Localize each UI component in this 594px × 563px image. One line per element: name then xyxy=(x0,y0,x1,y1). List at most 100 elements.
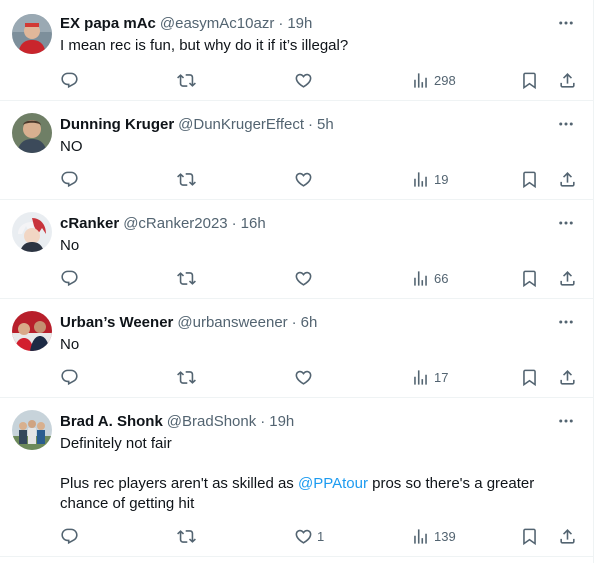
views-chart-icon xyxy=(414,270,427,286)
tweet-actions: 298 xyxy=(60,69,577,91)
like-button[interactable] xyxy=(294,366,313,388)
share-button[interactable] xyxy=(558,267,577,289)
reply-button[interactable] xyxy=(60,366,79,388)
reply-button[interactable] xyxy=(60,168,79,190)
view-count: 298 xyxy=(434,72,456,88)
bookmark-icon xyxy=(523,528,536,545)
heart-icon xyxy=(295,271,312,286)
tweet-header: EX papa mAc @easymAc10azr · 19h xyxy=(60,10,577,36)
more-icon xyxy=(559,419,573,423)
timestamp[interactable]: 19h xyxy=(287,15,312,32)
more-options-button[interactable] xyxy=(555,113,577,135)
tweet-actions: 17 xyxy=(60,366,577,388)
display-name[interactable]: cRanker xyxy=(60,215,119,232)
more-icon xyxy=(559,221,573,225)
more-options-button[interactable] xyxy=(555,212,577,234)
tweet-header: Brad A. Shonk @BradShonk · 19h xyxy=(60,408,577,434)
reply-icon xyxy=(61,171,78,187)
bookmark-button[interactable] xyxy=(520,366,539,388)
avatar[interactable] xyxy=(12,410,52,450)
timestamp[interactable]: 19h xyxy=(269,413,294,430)
timestamp[interactable]: 5h xyxy=(317,116,334,133)
bookmark-icon xyxy=(523,72,536,89)
more-icon xyxy=(559,21,573,25)
views-button[interactable]: 66 xyxy=(411,267,448,289)
bookmark-button[interactable] xyxy=(520,168,539,190)
view-count: 17 xyxy=(434,369,449,385)
tweet-text-segment: Plus rec players aren't as skilled as xyxy=(60,475,298,492)
view-count: 19 xyxy=(434,171,449,187)
heart-icon xyxy=(295,172,312,187)
share-button[interactable] xyxy=(558,69,577,91)
reply-icon xyxy=(61,528,78,544)
display-name[interactable]: Dunning Kruger xyxy=(60,116,174,133)
bookmark-icon xyxy=(523,270,536,287)
bookmark-button[interactable] xyxy=(520,69,539,91)
like-button[interactable] xyxy=(294,168,313,190)
avatar[interactable] xyxy=(12,113,52,153)
avatar[interactable] xyxy=(12,311,52,351)
separator-dot: · xyxy=(291,313,297,331)
views-button[interactable]: 19 xyxy=(411,168,448,190)
more-options-button[interactable] xyxy=(555,12,577,34)
tweet-text: No xyxy=(60,236,577,256)
timestamp[interactable]: 6h xyxy=(301,314,318,331)
bookmark-button[interactable] xyxy=(520,525,539,547)
share-button[interactable] xyxy=(558,525,577,547)
avatar-anime-character-icon xyxy=(12,212,52,252)
retweet-button[interactable] xyxy=(177,69,196,91)
reply-button[interactable] xyxy=(60,267,79,289)
user-handle[interactable]: @BradShonk xyxy=(167,413,256,430)
views-button[interactable]: 139 xyxy=(411,525,456,547)
user-handle[interactable]: @easymAc10azr xyxy=(160,15,274,32)
more-options-button[interactable] xyxy=(555,410,577,432)
views-chart-icon xyxy=(414,72,427,88)
separator-dot: · xyxy=(278,14,284,32)
retweet-button[interactable] xyxy=(177,168,196,190)
mention-link[interactable]: @PPAtour xyxy=(298,475,368,492)
display-name[interactable]: Urban’s Weener xyxy=(60,314,173,331)
tweet-text-line: I mean rec is fun, but why do it if it’s… xyxy=(60,37,349,54)
retweet-button[interactable] xyxy=(177,525,196,547)
tweet-text-line: Definitely not fair xyxy=(60,435,172,452)
timestamp[interactable]: 16h xyxy=(241,215,266,232)
display-name[interactable]: EX papa mAc xyxy=(60,15,156,32)
user-handle[interactable]: @urbansweener xyxy=(177,314,287,331)
reply-button[interactable] xyxy=(60,69,79,91)
reply-icon xyxy=(61,72,78,88)
user-handle[interactable]: @cRanker2023 xyxy=(123,215,227,232)
tweet[interactable]: Urban’s Weener @urbansweener · 6h No 17 xyxy=(0,299,593,398)
avatar-sports-team-icon xyxy=(12,311,52,351)
reply-button[interactable] xyxy=(60,525,79,547)
share-button[interactable] xyxy=(558,168,577,190)
retweet-button[interactable] xyxy=(177,267,196,289)
tweet-text: No xyxy=(60,335,577,355)
bookmark-icon xyxy=(523,171,536,188)
share-icon xyxy=(560,528,575,544)
like-button[interactable] xyxy=(294,267,313,289)
retweet-button[interactable] xyxy=(177,366,196,388)
views-chart-icon xyxy=(414,171,427,187)
views-button[interactable]: 17 xyxy=(411,366,448,388)
display-name[interactable]: Brad A. Shonk xyxy=(60,413,163,430)
heart-icon xyxy=(295,529,312,544)
tweet-header: Urban’s Weener @urbansweener · 6h xyxy=(60,309,577,335)
views-button[interactable]: 298 xyxy=(411,69,456,91)
avatar[interactable] xyxy=(12,212,52,252)
tweet-text-line: No xyxy=(60,237,80,254)
like-button[interactable] xyxy=(294,69,313,91)
retweet-icon xyxy=(177,271,196,285)
tweet[interactable]: cRanker @cRanker2023 · 16h No 66 xyxy=(0,200,593,299)
tweet[interactable]: EX papa mAc @easymAc10azr · 19h I mean r… xyxy=(0,0,593,101)
tweet[interactable]: Dunning Kruger @DunKrugerEffect · 5h NO xyxy=(0,101,593,200)
user-handle[interactable]: @DunKrugerEffect xyxy=(178,116,304,133)
tweet-text-paragraph: Plus rec players aren't as skilled as @P… xyxy=(60,474,577,514)
share-button[interactable] xyxy=(558,366,577,388)
like-count: 1 xyxy=(317,528,325,544)
tweet[interactable]: Brad A. Shonk @BradShonk · 19h Definitel… xyxy=(0,398,593,557)
retweet-icon xyxy=(177,172,196,186)
like-button[interactable]: 1 xyxy=(294,525,324,547)
bookmark-button[interactable] xyxy=(520,267,539,289)
avatar[interactable] xyxy=(12,14,52,54)
more-options-button[interactable] xyxy=(555,311,577,333)
